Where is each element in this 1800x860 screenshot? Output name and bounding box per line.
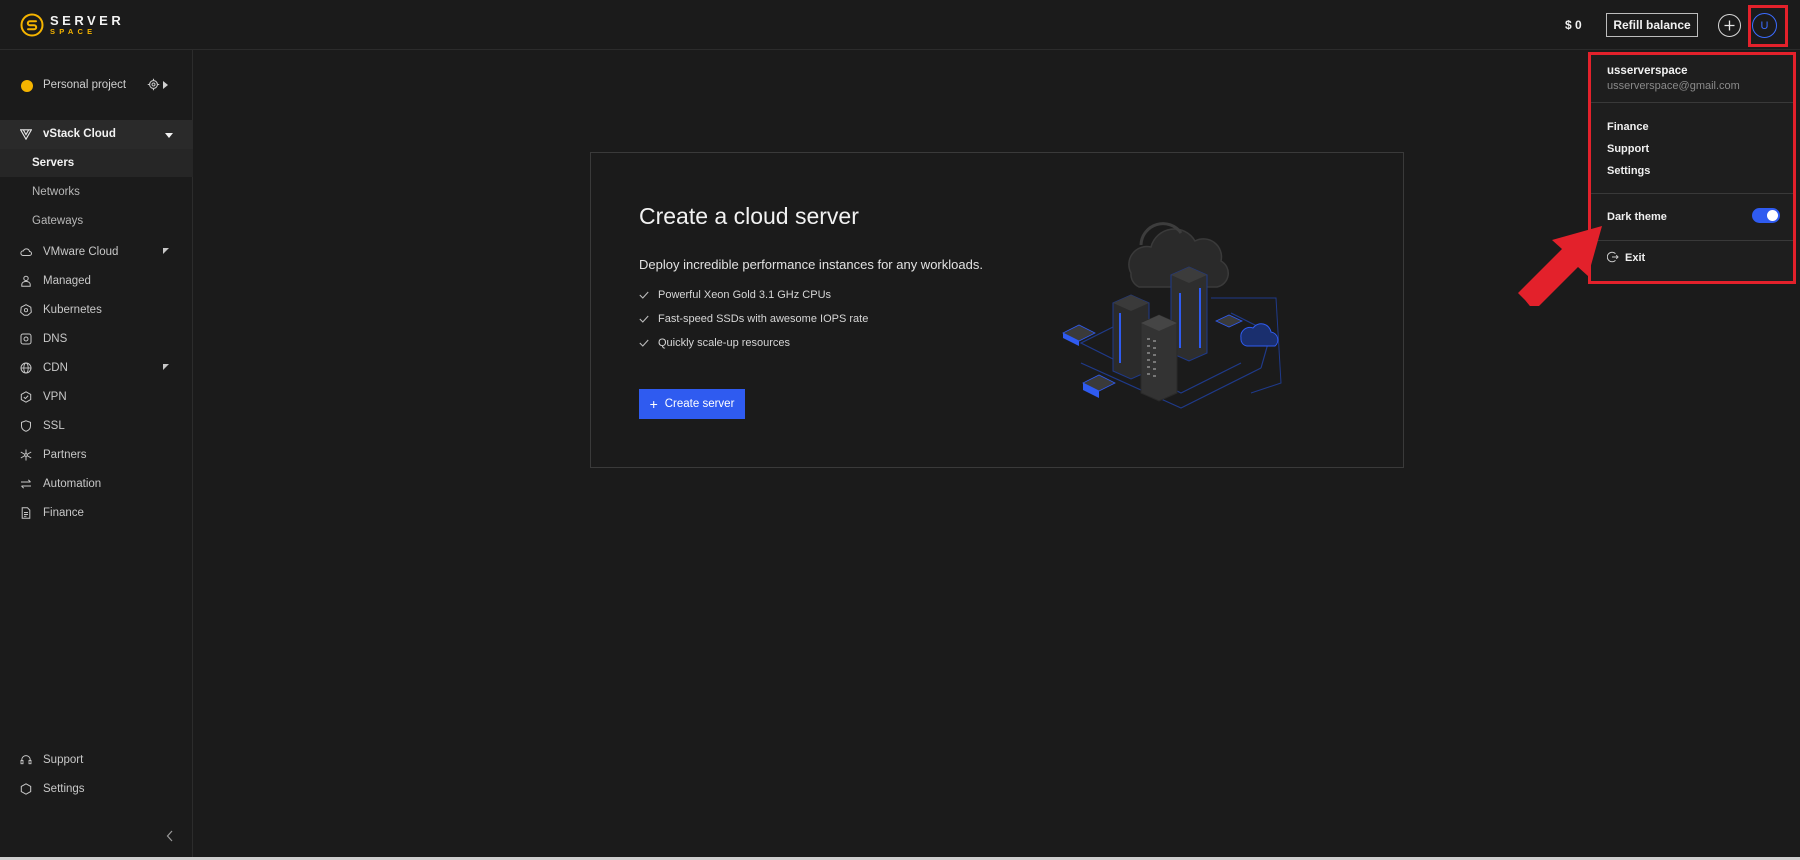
server-illustration <box>1062 222 1282 409</box>
create-server-button[interactable]: + Create server <box>639 389 745 419</box>
sidebar-subitem-servers[interactable]: Servers <box>0 149 193 177</box>
menu-divider <box>1591 193 1793 194</box>
chevron-down-icon <box>165 133 173 138</box>
sidebar-item-dns[interactable]: DNS <box>0 327 193 351</box>
automation-icon <box>21 479 31 489</box>
serverspace-logo-icon <box>20 13 44 37</box>
sidebar-subitem-label: Gateways <box>32 215 84 227</box>
dark-theme-toggle[interactable] <box>1752 208 1780 223</box>
sidebar-item-label: VPN <box>43 391 67 403</box>
feature-text: Fast-speed SSDs with awesome IOPS rate <box>658 313 869 325</box>
toggle-knob <box>1767 210 1778 221</box>
feature-item: Quickly scale-up resources <box>639 337 790 349</box>
create-server-label: Create server <box>664 398 735 410</box>
gear-icon[interactable] <box>147 78 160 91</box>
check-icon <box>639 339 649 347</box>
sidebar: Personal project vStack Cloud Servers Ne… <box>0 50 193 860</box>
menu-username: usserverspace <box>1607 65 1688 77</box>
refill-balance-button[interactable]: Refill balance <box>1606 13 1698 37</box>
sidebar-subitem-label: Networks <box>32 186 80 198</box>
cloud-icon <box>20 248 32 256</box>
sidebar-item-label: Settings <box>43 783 85 795</box>
project-label: Personal project <box>43 79 127 91</box>
feature-item: Fast-speed SSDs with awesome IOPS rate <box>639 313 868 325</box>
expand-triangle-icon <box>163 248 169 254</box>
vstack-icon <box>20 129 32 140</box>
card-description: Deploy incredible performance instances … <box>639 257 983 272</box>
person-icon <box>21 275 31 287</box>
menu-item-finance[interactable]: Finance <box>1607 121 1649 133</box>
menu-item-support[interactable]: Support <box>1607 143 1649 155</box>
sidebar-item-cdn[interactable]: CDN <box>0 356 193 380</box>
add-button[interactable] <box>1718 14 1741 37</box>
partners-icon <box>20 449 32 461</box>
create-server-card: Create a cloud server Deploy incredible … <box>590 152 1404 468</box>
sidebar-subitem-networks[interactable]: Networks <box>0 178 193 206</box>
balance-amount: $ 0 <box>1565 18 1582 32</box>
feature-text: Quickly scale-up resources <box>658 337 791 349</box>
logo[interactable]: SERVER SPACE <box>20 13 124 37</box>
sidebar-item-settings[interactable]: Settings <box>0 777 193 801</box>
sidebar-item-label: Automation <box>43 478 102 490</box>
chevron-left-icon[interactable] <box>165 830 175 842</box>
feature-item: Powerful Xeon Gold 3.1 GHz CPUs <box>639 289 831 301</box>
chevron-right-icon[interactable] <box>163 81 168 89</box>
expand-triangle-icon <box>163 364 169 370</box>
sidebar-item-label: CDN <box>43 362 68 374</box>
logo-subtext: SPACE <box>50 27 97 37</box>
sidebar-item-vpn[interactable]: VPN <box>0 385 193 409</box>
shield-icon <box>21 420 31 432</box>
menu-item-settings[interactable]: Settings <box>1607 165 1650 177</box>
vpn-icon <box>20 391 32 403</box>
page-title: Create a cloud server <box>639 203 859 229</box>
sidebar-item-support[interactable]: Support <box>0 748 193 772</box>
menu-item-exit[interactable]: Exit <box>1625 252 1645 264</box>
top-bar: SERVER SPACE $ 0 Refill balance U <box>0 0 1800 50</box>
sidebar-subitem-gateways[interactable]: Gateways <box>0 207 193 235</box>
sidebar-item-label: SSL <box>43 420 65 432</box>
dns-icon <box>20 333 32 345</box>
plus-icon <box>1724 20 1735 31</box>
sidebar-item-kubernetes[interactable]: Kubernetes <box>0 298 193 322</box>
avatar-highlight-box <box>1748 5 1788 47</box>
globe-icon <box>20 362 32 374</box>
check-icon <box>639 315 649 323</box>
menu-divider <box>1591 102 1793 103</box>
sidebar-item-label: Partners <box>43 449 87 461</box>
sidebar-item-finance[interactable]: Finance <box>0 501 193 525</box>
menu-email: usserverspace@gmail.com <box>1607 80 1740 92</box>
sidebar-item-managed[interactable]: Managed <box>0 269 193 293</box>
sidebar-item-label: Finance <box>43 507 84 519</box>
check-icon <box>639 291 649 299</box>
logo-text: SERVER <box>50 13 125 29</box>
sidebar-item-ssl[interactable]: SSL <box>0 414 193 438</box>
menu-divider <box>1591 240 1793 241</box>
sidebar-item-partners[interactable]: Partners <box>0 443 193 467</box>
headset-icon <box>20 755 32 765</box>
dark-theme-label: Dark theme <box>1607 211 1667 223</box>
sidebar-item-label: Support <box>43 754 84 766</box>
user-dropdown-menu: usserverspace usserverspace@gmail.com Fi… <box>1588 52 1796 284</box>
plus-icon: + <box>649 396 658 412</box>
annotation-arrow-icon <box>1518 226 1602 306</box>
sidebar-item-label: Kubernetes <box>43 304 102 316</box>
feature-text: Powerful Xeon Gold 3.1 GHz CPUs <box>658 289 832 301</box>
kubernetes-icon <box>20 304 32 316</box>
sidebar-item-vstack-cloud[interactable]: vStack Cloud <box>0 120 193 149</box>
exit-icon <box>1607 251 1619 263</box>
sidebar-subitem-label: Servers <box>32 157 75 169</box>
project-dot-icon <box>21 80 33 92</box>
sidebar-item-label: Managed <box>43 275 91 287</box>
sidebar-item-vmware-cloud[interactable]: VMware Cloud <box>0 240 193 264</box>
hexagon-icon <box>20 783 32 795</box>
sidebar-item-label: DNS <box>43 333 68 345</box>
document-icon <box>21 507 31 519</box>
sidebar-item-label: VMware Cloud <box>43 246 119 258</box>
sidebar-item-automation[interactable]: Automation <box>0 472 193 496</box>
sidebar-item-label: vStack Cloud <box>43 128 116 140</box>
project-selector[interactable]: Personal project <box>0 76 193 96</box>
